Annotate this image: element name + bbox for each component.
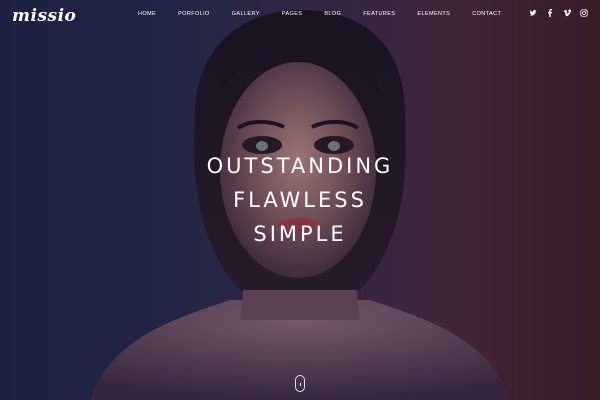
nav-portfolio[interactable]: PORFOLIO (178, 11, 210, 17)
site-logo[interactable]: missio (12, 6, 76, 26)
facebook-icon[interactable] (546, 9, 554, 17)
nav-contact[interactable]: CONTACT (472, 11, 501, 17)
nav-gallery[interactable]: GALLERY (232, 11, 260, 17)
nav-pages[interactable]: PAGES (282, 11, 303, 17)
hero-headline: OUTSTANDING FLAWLESS SIMPLE (0, 149, 600, 251)
scroll-wheel-dot (299, 383, 301, 386)
nav-features[interactable]: FEATURES (363, 11, 395, 17)
nav-blog[interactable]: BLOG (324, 11, 341, 17)
social-links (529, 9, 588, 17)
nav-home[interactable]: HOME (138, 11, 156, 17)
headline-line-3: SIMPLE (253, 222, 347, 246)
mouse-scroll-icon[interactable] (295, 375, 305, 392)
headline-line-1: OUTSTANDING (206, 154, 394, 178)
instagram-icon[interactable] (580, 9, 588, 17)
nav-elements[interactable]: ELEMENTS (417, 11, 450, 17)
headline-line-2: FLAWLESS (233, 188, 367, 212)
vimeo-icon[interactable] (563, 9, 571, 17)
main-nav: HOME PORFOLIO GALLERY PAGES BLOG FEATURE… (138, 11, 501, 17)
twitter-icon[interactable] (529, 9, 537, 17)
hero-section: missio HOME PORFOLIO GALLERY PAGES BLOG … (0, 0, 600, 400)
